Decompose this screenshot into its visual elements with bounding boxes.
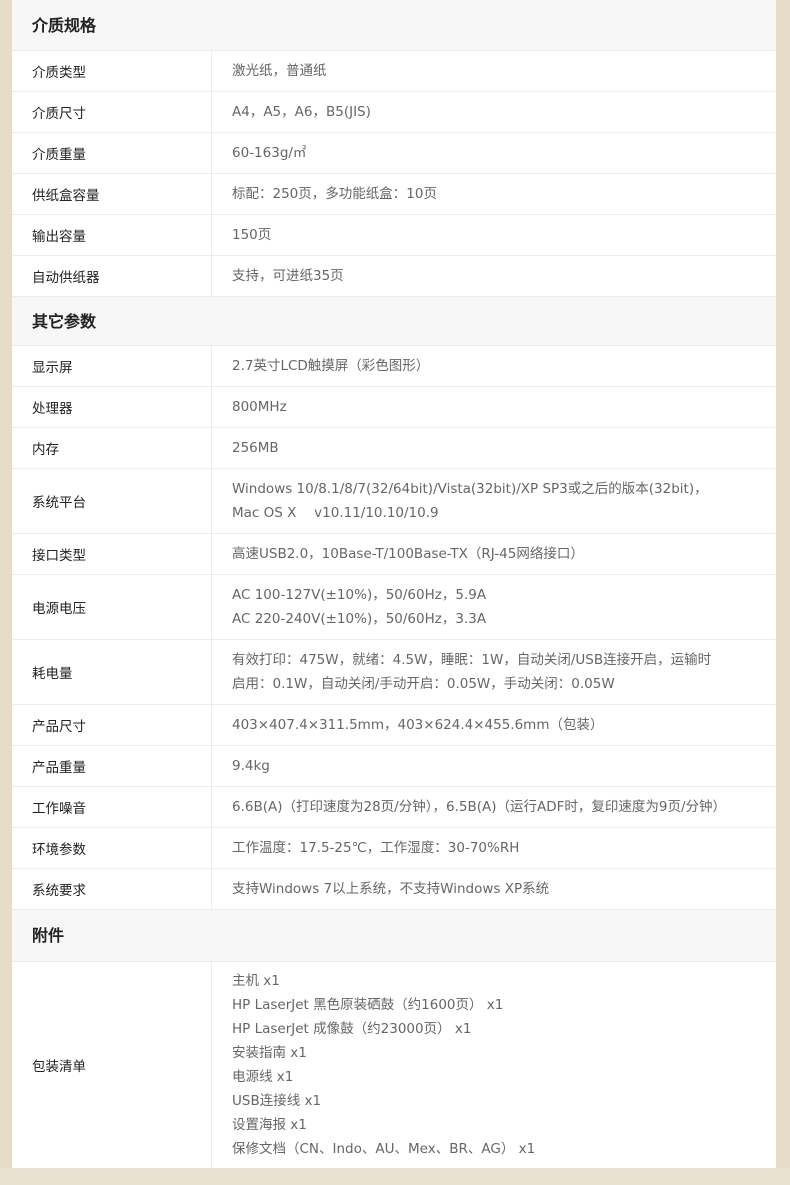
spec-row: 内存 256MB	[12, 428, 776, 469]
bottom-background-band	[0, 1168, 790, 1185]
spec-value-line: 6.6B(A)（打印速度为28页/分钟），6.5B(A)（运行ADF时，复印速度…	[232, 799, 727, 815]
spec-row: 包装清单 主机 x1 HP LaserJet 黑色原装硒鼓（约1600页） x1 HP…	[12, 962, 776, 1169]
spec-label: 内存	[12, 428, 212, 468]
spec-value-line: HP LaserJet 黑色原装硒鼓（约1600页） x1	[232, 997, 504, 1013]
spec-row: 介质尺寸 A4，A5，A6，B5(JIS)	[12, 92, 776, 133]
spec-value-line: A4，A5，A6，B5(JIS)	[232, 104, 371, 120]
spec-label: 包装清单	[12, 962, 212, 1168]
spec-value: 800MHz	[212, 387, 776, 427]
spec-value-line: 电源线 x1	[232, 1069, 294, 1085]
spec-value-line: 150页	[232, 227, 272, 243]
spec-value: 标配：250页，多功能纸盒：10页	[212, 174, 776, 214]
spec-value: 激光纸，普通纸	[212, 51, 776, 91]
spec-label: 产品重量	[12, 746, 212, 786]
spec-label: 介质重量	[12, 133, 212, 173]
spec-value: 支持，可进纸35页	[212, 256, 776, 296]
spec-label: 工作噪音	[12, 787, 212, 827]
spec-value-line: 设置海报 x1	[232, 1117, 307, 1133]
spec-value-line: 主机 x1	[232, 973, 280, 989]
spec-label: 系统平台	[12, 469, 212, 533]
spec-value-line: 保修文档（CN、Indo、AU、Mex、BR、AG） x1	[232, 1141, 536, 1157]
spec-value-line: 60-163g/㎡	[232, 145, 307, 161]
spec-label: 系统要求	[12, 869, 212, 909]
spec-label: 输出容量	[12, 215, 212, 255]
spec-row: 输出容量 150页	[12, 215, 776, 256]
spec-row: 环境参数 工作温度：17.5-25℃，工作湿度：30-70%RH	[12, 828, 776, 869]
spec-label: 耗电量	[12, 640, 212, 704]
spec-row: 系统要求 支持Windows 7以上系统，不支持Windows XP系统	[12, 869, 776, 910]
spec-value-line: AC 220-240V(±10%)，50/60Hz，3.3A	[232, 611, 487, 627]
spec-value-line: 9.4kg	[232, 758, 270, 774]
spec-label: 产品尺寸	[12, 705, 212, 745]
spec-row: 供纸盒容量 标配：250页，多功能纸盒：10页	[12, 174, 776, 215]
spec-value: 主机 x1 HP LaserJet 黑色原装硒鼓（约1600页） x1 HP Las…	[212, 962, 776, 1168]
spec-value: 256MB	[212, 428, 776, 468]
spec-value: 6.6B(A)（打印速度为28页/分钟），6.5B(A)（运行ADF时，复印速度…	[212, 787, 776, 827]
spec-value: A4，A5，A6，B5(JIS)	[212, 92, 776, 132]
spec-value-line: Windows 10/8.1/8/7(32/64bit)/Vista(32bit…	[232, 481, 708, 497]
spec-value-line: 256MB	[232, 440, 279, 456]
spec-row: 产品尺寸 403×407.4×311.5mm，403×624.4×455.6mm（…	[12, 705, 776, 746]
spec-value: 403×407.4×311.5mm，403×624.4×455.6mm（包装）	[212, 705, 776, 745]
spec-label: 介质类型	[12, 51, 212, 91]
spec-value-line: 高速USB2.0，10Base-T/100Base-TX（RJ-45网络接口）	[232, 546, 584, 562]
spec-value: Windows 10/8.1/8/7(32/64bit)/Vista(32bit…	[212, 469, 776, 533]
spec-value: AC 100-127V(±10%)，50/60Hz，5.9A AC 220-240…	[212, 575, 776, 639]
spec-label: 电源电压	[12, 575, 212, 639]
spec-value-line: 支持，可进纸35页	[232, 268, 344, 284]
spec-value-line: 支持Windows 7以上系统，不支持Windows XP系统	[232, 881, 550, 897]
spec-value-line: 启用：0.1W，自动关闭/手动开启：0.05W，手动关闭：0.05W	[232, 676, 615, 692]
spec-row: 电源电压 AC 100-127V(±10%)，50/60Hz，5.9A AC 220…	[12, 575, 776, 640]
spec-row: 处理器 800MHz	[12, 387, 776, 428]
spec-value-line: 800MHz	[232, 399, 287, 415]
spec-row: 介质重量 60-163g/㎡	[12, 133, 776, 174]
spec-value: 支持Windows 7以上系统，不支持Windows XP系统	[212, 869, 776, 909]
spec-label: 介质尺寸	[12, 92, 212, 132]
spec-value-line: 安装指南 x1	[232, 1045, 307, 1061]
spec-value: 有效打印：475W，就绪：4.5W，睡眠：1W，自动关闭/USB连接开启，运输时…	[212, 640, 776, 704]
spec-value-line: HP LaserJet 成像鼓（约23000页） x1	[232, 1021, 472, 1037]
spec-value-line: USB连接线 x1	[232, 1093, 322, 1109]
spec-label: 环境参数	[12, 828, 212, 868]
spec-label: 自动供纸器	[12, 256, 212, 296]
spec-value-line: 有效打印：475W，就绪：4.5W，睡眠：1W，自动关闭/USB连接开启，运输时	[232, 652, 712, 668]
spec-label: 显示屏	[12, 346, 212, 386]
spec-value: 150页	[212, 215, 776, 255]
spec-value: 高速USB2.0，10Base-T/100Base-TX（RJ-45网络接口）	[212, 534, 776, 574]
spec-label: 供纸盒容量	[12, 174, 212, 214]
spec-value-line: 403×407.4×311.5mm，403×624.4×455.6mm（包装）	[232, 717, 604, 733]
spec-row: 接口类型 高速USB2.0，10Base-T/100Base-TX（RJ-45网络…	[12, 534, 776, 575]
spec-row: 工作噪音 6.6B(A)（打印速度为28页/分钟），6.5B(A)（运行ADF时，…	[12, 787, 776, 828]
section-heading: 介质规格	[12, 0, 776, 51]
spec-row: 系统平台 Windows 10/8.1/8/7(32/64bit)/Vista(3…	[12, 469, 776, 534]
spec-row: 显示屏 2.7英寸LCD触摸屏（彩色图形）	[12, 346, 776, 387]
spec-value-line: 标配：250页，多功能纸盒：10页	[232, 186, 437, 202]
spec-label: 处理器	[12, 387, 212, 427]
spec-value-line: 激光纸，普通纸	[232, 63, 327, 79]
spec-value-line: 工作温度：17.5-25℃，工作湿度：30-70%RH	[232, 840, 520, 856]
spec-value-line: AC 100-127V(±10%)，50/60Hz，5.9A	[232, 587, 487, 603]
spec-table: 介质规格 介质类型 激光纸，普通纸介质尺寸 A4，A5，A6，B5(JIS) 介质重量 6…	[12, 0, 776, 1169]
spec-value: 2.7英寸LCD触摸屏（彩色图形）	[212, 346, 776, 386]
section-heading: 附件	[12, 910, 776, 962]
spec-value: 工作温度：17.5-25℃，工作湿度：30-70%RH	[212, 828, 776, 868]
spec-value: 60-163g/㎡	[212, 133, 776, 173]
spec-value: 9.4kg	[212, 746, 776, 786]
spec-row: 耗电量 有效打印：475W，就绪：4.5W，睡眠：1W，自动关闭/USB连接开启，…	[12, 640, 776, 705]
spec-value-line: Mac OS X v10.11/10.10/10.9	[232, 505, 439, 521]
section-heading: 其它参数	[12, 297, 776, 346]
spec-value-line: 2.7英寸LCD触摸屏（彩色图形）	[232, 358, 430, 374]
spec-row: 自动供纸器 支持，可进纸35页	[12, 256, 776, 297]
spec-label: 接口类型	[12, 534, 212, 574]
spec-row: 产品重量 9.4kg	[12, 746, 776, 787]
spec-row: 介质类型 激光纸，普通纸	[12, 51, 776, 92]
